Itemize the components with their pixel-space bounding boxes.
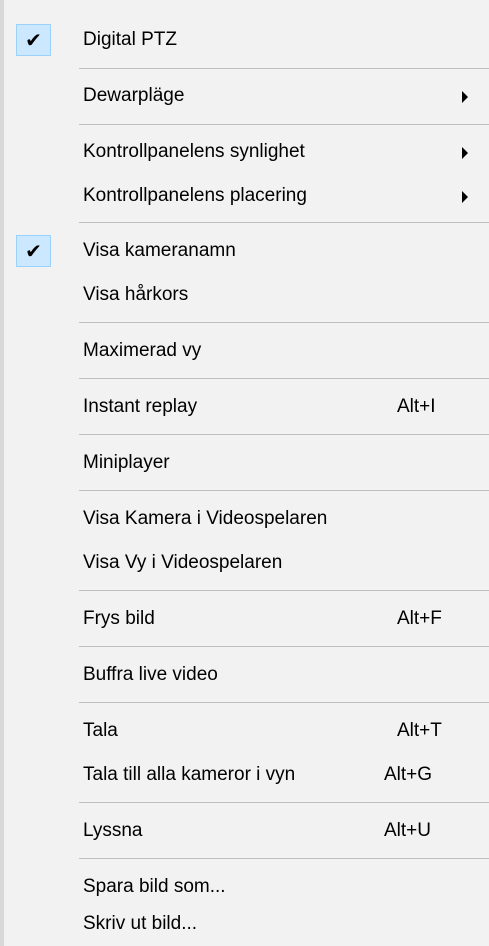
menu-item-show-camera-in-video-player[interactable]: Visa Kamera i Videospelaren — [4, 497, 489, 541]
menu-item-label: Dewarpläge — [83, 85, 185, 106]
menu-item-label: Frys bild — [83, 608, 155, 629]
menu-item-label: Tala till alla kameror i vyn — [83, 764, 296, 785]
menu-item-label: Digital PTZ — [83, 29, 177, 50]
menu-item-shortcut: Alt+F — [397, 608, 442, 629]
menu-item-shortcut: Alt+T — [397, 720, 442, 741]
menu-item-talk[interactable]: Tala Alt+T — [4, 709, 489, 753]
menu-item-label: Visa hårkors — [83, 284, 189, 305]
check-icon: ✔ — [16, 24, 51, 56]
menu-item-shortcut: Alt+U — [384, 820, 431, 841]
menu-item-dewarp-mode[interactable]: Dewarpläge — [4, 74, 489, 118]
menu-separator — [79, 590, 489, 591]
context-menu: ✔ Digital PTZ Dewarpläge Kontrollpanelen… — [0, 0, 489, 946]
menu-item-label: Miniplayer — [83, 452, 170, 473]
menu-item-label: Maximerad vy — [83, 340, 202, 361]
menu-separator — [79, 646, 489, 647]
menu-item-label: Kontrollpanelens synlighet — [83, 141, 305, 162]
menu-separator — [79, 378, 489, 379]
submenu-arrow-icon — [462, 91, 468, 103]
menu-item-label: Visa kameranamn — [83, 240, 236, 261]
menu-item-shortcut: Alt+G — [384, 764, 433, 785]
menu-item-show-camera-name[interactable]: ✔ Visa kameranamn — [4, 229, 489, 273]
menu-item-label: Visa Kamera i Videospelaren — [83, 508, 328, 529]
menu-separator — [79, 322, 489, 323]
submenu-arrow-icon — [462, 191, 468, 203]
menu-item-miniplayer[interactable]: Miniplayer — [4, 441, 489, 485]
menu-item-label: Buffra live video — [83, 664, 218, 685]
menu-item-label: Visa Vy i Videospelaren — [83, 552, 283, 573]
menu-item-shortcut: Alt+I — [397, 396, 436, 417]
menu-item-control-panel-placement[interactable]: Kontrollpanelens placering — [4, 174, 489, 218]
menu-item-control-panel-visibility[interactable]: Kontrollpanelens synlighet — [4, 130, 489, 174]
menu-separator — [79, 68, 489, 69]
menu-separator — [79, 434, 489, 435]
check-icon: ✔ — [16, 235, 51, 267]
menu-item-listen[interactable]: Lyssna Alt+U — [4, 809, 489, 853]
menu-item-label: Skriv ut bild... — [83, 913, 198, 934]
menu-separator — [79, 490, 489, 491]
menu-item-show-view-in-video-player[interactable]: Visa Vy i Videospelaren — [4, 541, 489, 585]
menu-item-show-crosshair[interactable]: Visa hårkors — [4, 273, 489, 317]
menu-item-label: Kontrollpanelens placering — [83, 185, 307, 206]
submenu-arrow-icon — [462, 147, 468, 159]
menu-item-talk-to-all-cameras[interactable]: Tala till alla kameror i vyn Alt+G — [4, 753, 489, 797]
menu-item-label: Lyssna — [83, 820, 143, 841]
menu-separator — [79, 802, 489, 803]
menu-separator — [79, 858, 489, 859]
menu-item-maximized-view[interactable]: Maximerad vy — [4, 329, 489, 373]
menu-item-print-image[interactable]: Skriv ut bild... — [4, 902, 489, 946]
menu-item-digital-ptz[interactable]: ✔ Digital PTZ — [4, 18, 489, 62]
menu-separator — [79, 124, 489, 125]
menu-item-buffer-live-video[interactable]: Buffra live video — [4, 653, 489, 697]
menu-item-freeze-image[interactable]: Frys bild Alt+F — [4, 597, 489, 641]
menu-item-label: Instant replay — [83, 396, 198, 417]
menu-item-instant-replay[interactable]: Instant replay Alt+I — [4, 385, 489, 429]
menu-separator — [79, 222, 489, 223]
menu-separator — [79, 702, 489, 703]
menu-item-label: Tala — [83, 720, 118, 741]
